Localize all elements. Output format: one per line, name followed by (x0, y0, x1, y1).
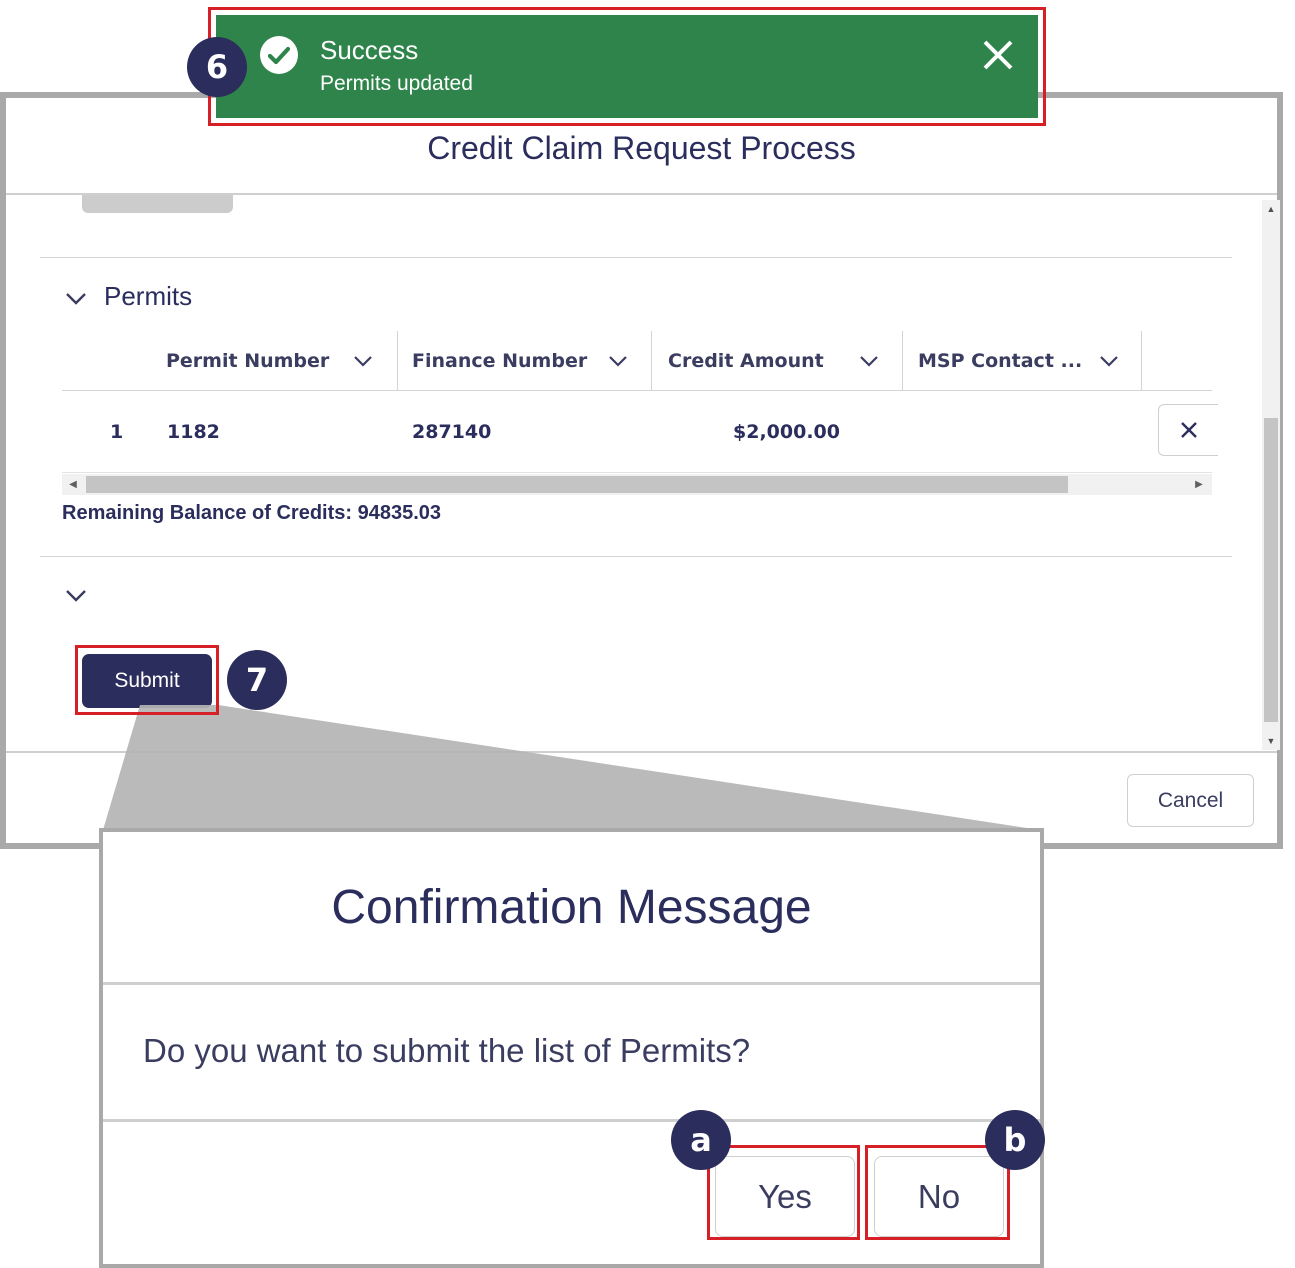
success-toast: Success Permits updated (216, 15, 1038, 118)
step-badge-b: b (985, 1110, 1045, 1170)
dialog-divider (103, 1119, 1040, 1122)
step-badge-7: 7 (227, 650, 287, 710)
toast-message: Permits updated (320, 72, 473, 95)
no-highlight-box (865, 1145, 1010, 1240)
step-badge-a: a (671, 1110, 731, 1170)
toast-title: Success (320, 35, 419, 65)
dialog-divider (103, 982, 1040, 985)
step-badge-6: 6 (187, 37, 247, 97)
check-circle-icon (260, 36, 298, 74)
yes-highlight-box (707, 1145, 860, 1240)
submit-highlight-box (75, 645, 219, 715)
confirmation-title: Confirmation Message (331, 881, 812, 934)
close-icon[interactable] (980, 37, 1016, 73)
confirmation-message: Do you want to submit the list of Permit… (143, 1032, 751, 1069)
